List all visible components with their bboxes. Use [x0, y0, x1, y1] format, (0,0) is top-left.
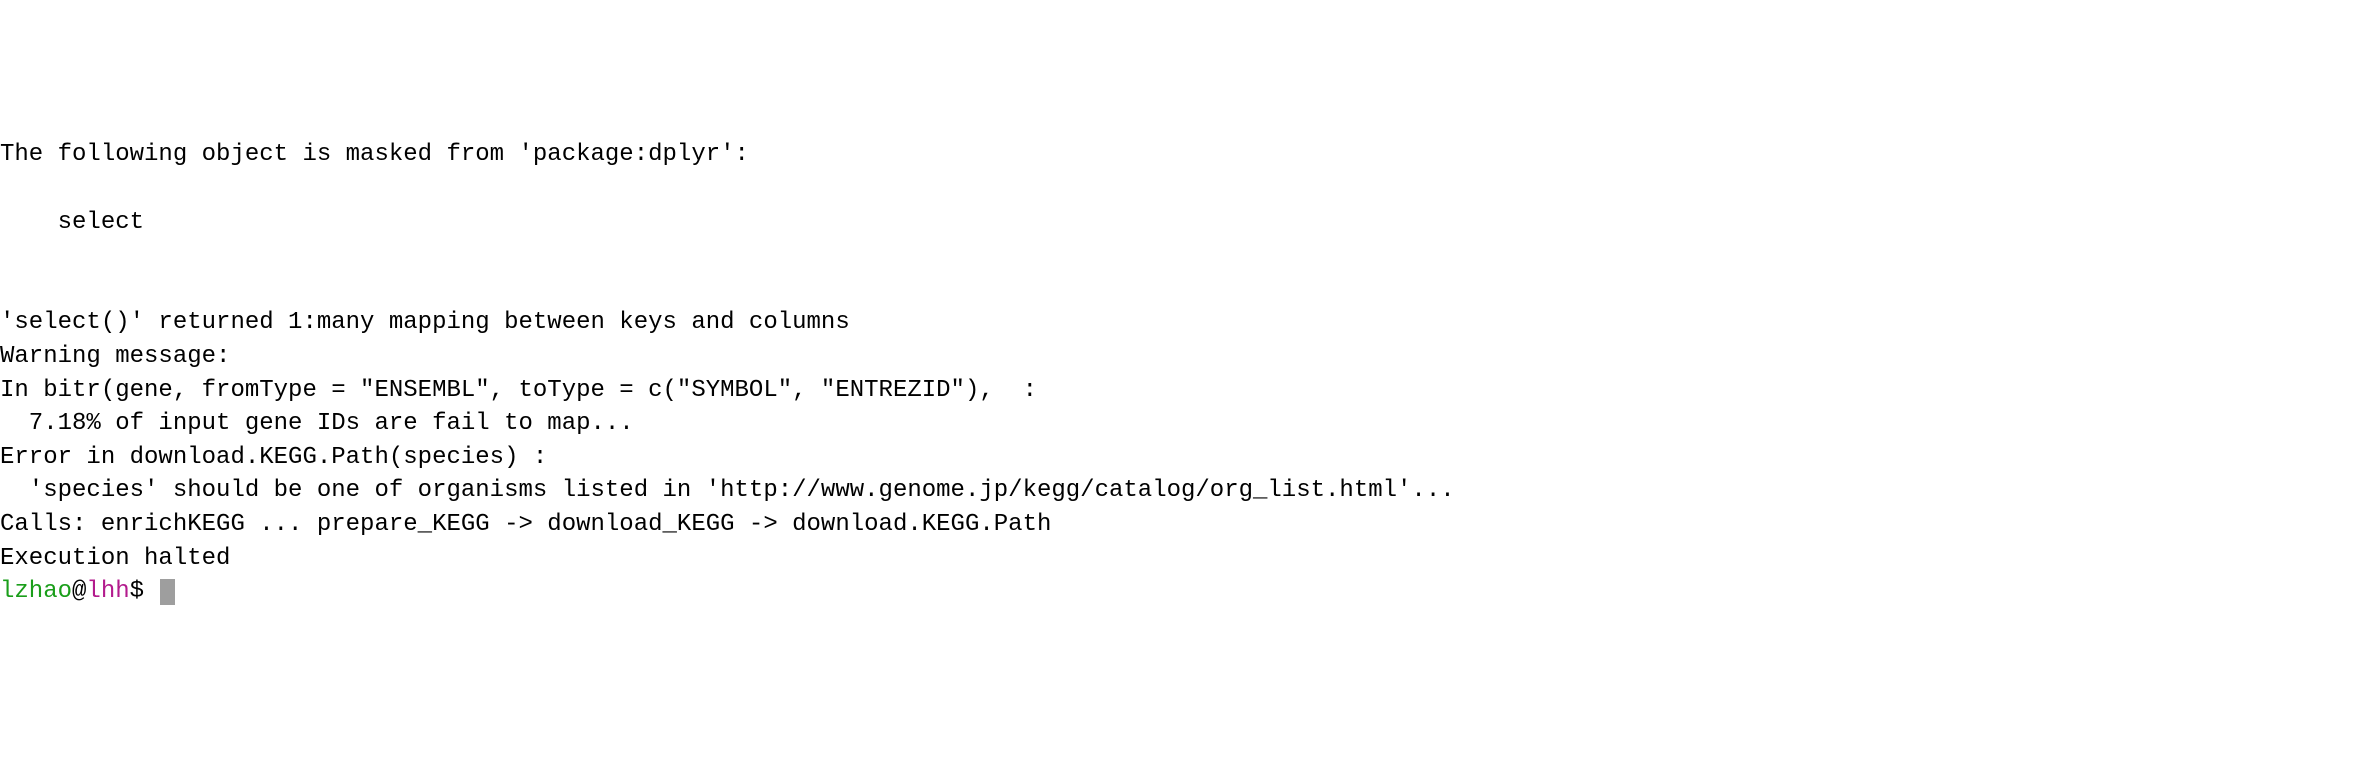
prompt-host: lhh	[86, 578, 129, 605]
output-line	[0, 239, 2366, 273]
prompt-line[interactable]: lzhao@lhh$	[0, 575, 2366, 609]
prompt-at: @	[72, 578, 86, 605]
output-line: Execution halted	[0, 542, 2366, 576]
prompt-user: lzhao	[0, 578, 72, 605]
output-line: In bitr(gene, fromType = "ENSEMBL", toTy…	[0, 374, 2366, 408]
prompt-dollar: $	[130, 578, 144, 605]
output-line: 'species' should be one of organisms lis…	[0, 474, 2366, 508]
output-line: The following object is masked from 'pac…	[0, 138, 2366, 172]
cursor-icon	[160, 579, 174, 605]
output-line	[0, 172, 2366, 206]
output-line: select	[0, 206, 2366, 240]
output-line: 7.18% of input gene IDs are fail to map.…	[0, 407, 2366, 441]
terminal-output[interactable]: The following object is masked from 'pac…	[0, 138, 2366, 608]
output-line	[0, 273, 2366, 307]
output-line: 'select()' returned 1:many mapping betwe…	[0, 306, 2366, 340]
output-line: Warning message:	[0, 340, 2366, 374]
output-line: Calls: enrichKEGG ... prepare_KEGG -> do…	[0, 508, 2366, 542]
output-line: Error in download.KEGG.Path(species) :	[0, 441, 2366, 475]
